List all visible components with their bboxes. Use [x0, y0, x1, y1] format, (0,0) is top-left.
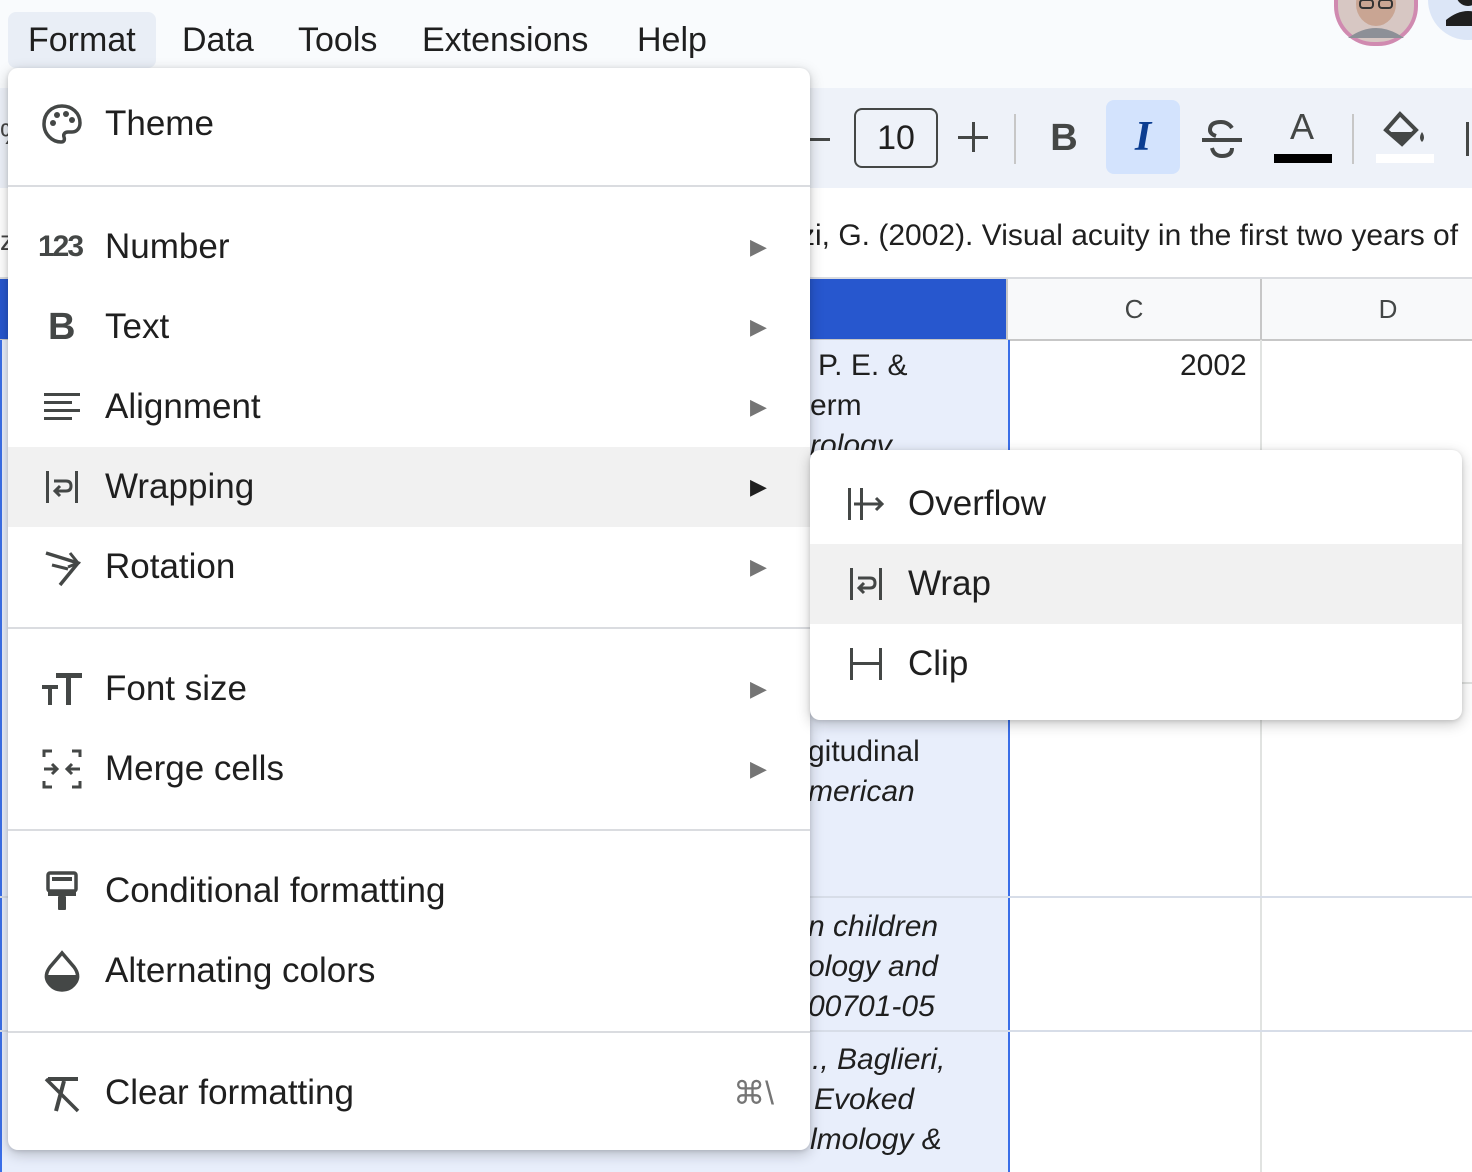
menu-format[interactable]: Format	[8, 12, 156, 68]
palette-icon	[42, 104, 82, 144]
droplet-icon	[44, 950, 80, 992]
menu-item-theme[interactable]: Theme	[8, 84, 810, 164]
menu-separator	[8, 1031, 810, 1033]
minus-icon[interactable]	[808, 124, 832, 154]
cell-b4-line: ., Baglieri,	[812, 1043, 946, 1076]
format-menu: Theme 123 Number ▶ B Text ▶ Alignment ▶ …	[8, 68, 810, 1150]
menu-item-label: Conditional formatting	[105, 871, 446, 910]
menu-help[interactable]: Help	[617, 12, 727, 68]
person-icon	[1446, 0, 1472, 26]
overflow-icon	[848, 488, 885, 520]
menu-item-label: Text	[105, 307, 170, 346]
formula-text: zi, G. (2002). Visual acuity in the firs…	[800, 219, 1459, 252]
paint-bucket-icon	[1383, 111, 1424, 147]
menu-item-rotation[interactable]: Rotation ▶	[8, 527, 810, 607]
bold-text-icon: B	[48, 306, 76, 348]
menu-item-label: Theme	[105, 104, 214, 143]
submenu-item-overflow[interactable]: Overflow	[810, 464, 1462, 544]
text-color-button[interactable]: A	[1274, 106, 1334, 166]
submenu-item-clip[interactable]: Clip	[810, 624, 1462, 704]
menu-item-merge-cells[interactable]: Merge cells ▶	[8, 729, 810, 809]
font-size-icon	[42, 673, 82, 705]
menu-item-text[interactable]: B Text ▶	[8, 287, 810, 367]
account-avatar[interactable]	[1428, 0, 1472, 40]
cell-b4-line: lmology &	[810, 1123, 942, 1156]
fill-color-bar	[1376, 154, 1434, 163]
fill-color-button[interactable]	[1376, 106, 1436, 166]
menu-item-number[interactable]: 123 Number ▶	[8, 207, 810, 287]
italic-icon[interactable]: I	[1106, 100, 1180, 174]
clear-format-icon	[44, 1077, 80, 1113]
cell-b1-line: P. E. &	[818, 349, 908, 382]
merge-cells-icon	[42, 749, 82, 789]
cell-b4-line: Evoked	[814, 1083, 915, 1116]
menu-separator	[8, 829, 810, 831]
menu-item-alignment[interactable]: Alignment ▶	[8, 367, 810, 447]
menu-separator	[8, 185, 810, 187]
submenu-item-wrap[interactable]: Wrap	[810, 544, 1462, 624]
menu-item-label: Alignment	[105, 387, 261, 426]
menu-extensions[interactable]: Extensions	[402, 12, 608, 68]
clip-icon	[850, 648, 882, 680]
strikethrough-icon[interactable]	[1198, 116, 1246, 162]
submenu-arrow-icon: ▶	[750, 394, 767, 419]
face-photo-icon	[1348, 0, 1404, 38]
menu-item-label: Rotation	[105, 547, 236, 586]
cell-b1-line: erm	[810, 389, 862, 422]
submenu-item-label: Overflow	[908, 484, 1047, 523]
menu-data[interactable]: Data	[162, 12, 274, 68]
bold-icon[interactable]: B	[1040, 108, 1088, 168]
toolbar-divider	[1014, 114, 1016, 164]
cell-b2-line: gitudinal	[808, 735, 920, 768]
column-header-d[interactable]: D	[1262, 279, 1472, 339]
submenu-arrow-icon: ▶	[750, 474, 767, 499]
menu-item-label: Alternating colors	[105, 951, 376, 990]
wrap-icon	[850, 568, 882, 600]
collaborator-avatar[interactable]	[1334, 0, 1418, 46]
cell-b3-line: 00701-05	[808, 990, 935, 1023]
cell-b2-line: merican	[808, 775, 915, 808]
menu-item-label: Font size	[105, 669, 247, 708]
submenu-arrow-icon: ▶	[750, 756, 767, 781]
menu-separator	[8, 627, 810, 629]
menu-item-font-size[interactable]: Font size ▶	[8, 649, 810, 729]
text-color-label: A	[1290, 106, 1315, 147]
menu-tools[interactable]: Tools	[278, 12, 397, 68]
menu-item-wrapping[interactable]: Wrapping ▶	[8, 447, 810, 527]
text-rotation-icon	[45, 551, 81, 587]
menu-item-alternating-colors[interactable]: Alternating colors	[8, 931, 810, 1011]
menu-item-label: Merge cells	[105, 749, 284, 788]
submenu-arrow-icon: ▶	[750, 554, 767, 579]
toolbar-divider	[1352, 114, 1354, 164]
wrap-text-icon	[46, 471, 78, 503]
font-size-input[interactable]: 10	[854, 108, 938, 168]
number-format-icon: 123	[38, 230, 84, 263]
submenu-arrow-icon: ▶	[750, 314, 767, 339]
cell-c1[interactable]: 2002	[1180, 346, 1247, 386]
submenu-item-label: Clip	[908, 644, 969, 683]
submenu-arrow-icon: ▶	[750, 676, 767, 701]
menu-item-label: Wrapping	[105, 467, 255, 506]
submenu-arrow-icon: ▶	[750, 234, 767, 259]
column-header-c[interactable]: C	[1008, 279, 1262, 339]
menu-item-label: Number	[105, 227, 230, 266]
toolbar-more-edge	[1466, 122, 1469, 156]
wrapping-submenu: Overflow Wrap Clip	[810, 450, 1462, 720]
align-left-icon	[44, 393, 80, 420]
menu-item-conditional-formatting[interactable]: Conditional formatting	[8, 851, 810, 931]
text-color-bar	[1274, 154, 1332, 163]
paint-roller-icon	[46, 871, 78, 910]
submenu-item-label: Wrap	[908, 564, 991, 603]
plus-icon[interactable]	[958, 122, 990, 154]
cell-b3-line: n children	[808, 910, 939, 943]
menu-item-label: Clear formatting	[105, 1073, 354, 1112]
keyboard-shortcut: ⌘\	[733, 1075, 774, 1111]
cell-b3-line: ology and	[808, 950, 939, 983]
menu-item-clear-formatting[interactable]: Clear formatting ⌘\	[8, 1053, 810, 1133]
